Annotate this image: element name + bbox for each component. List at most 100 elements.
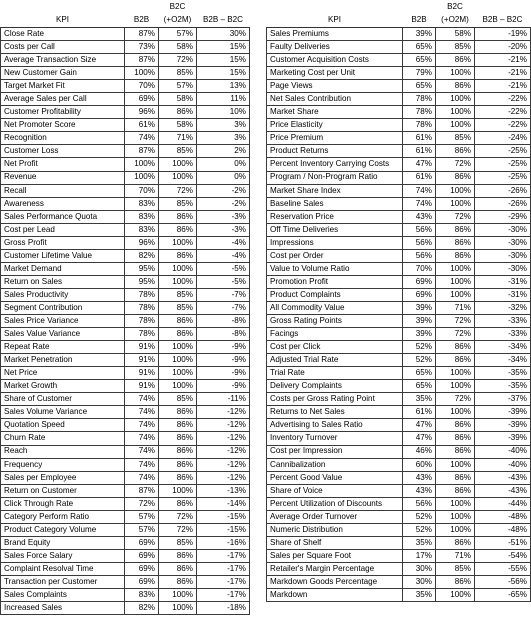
diff-value-cell: -3% [196, 222, 250, 237]
b2b-value-cell: 56% [402, 235, 436, 250]
b2c-value-cell: 86% [435, 222, 475, 237]
b2b-value-cell: 69% [402, 287, 436, 302]
table-row: Category Perform Ratio 57% 72% -15% [0, 509, 250, 524]
b2c-value-cell: 100% [435, 274, 475, 289]
diff-value-cell: -40% [474, 444, 531, 459]
kpi-name-cell: Segment Contribution [0, 300, 125, 316]
kpi-name-cell: Impressions [266, 235, 403, 250]
b2b-value-cell: 72% [124, 496, 159, 511]
b2b-value-cell: 52% [402, 340, 436, 355]
table-row: Gross Profit 96% 100% -4% [0, 235, 250, 250]
table-row: Facings 39% 72% -33% [266, 327, 531, 342]
diff-value-cell: -15% [196, 509, 250, 524]
b2c-value-cell: 72% [435, 157, 475, 172]
diff-value-cell: -4% [196, 235, 250, 250]
b2c-value-cell: 85% [158, 144, 197, 159]
diff-value-cell: -3% [196, 209, 250, 224]
b2b-value-cell: 78% [124, 327, 159, 342]
diff-value-cell: -65% [474, 588, 531, 603]
kpi-name-cell: Repeat Rate [0, 340, 125, 355]
b2b-value-cell: 47% [402, 157, 436, 172]
b2c-value-cell: 71% [435, 300, 475, 316]
diff-value-cell: -39% [474, 431, 531, 446]
b2c-value-cell: 85% [435, 131, 475, 146]
diff-value-cell: 2% [196, 144, 250, 159]
b2c-value-cell: 58% [158, 40, 197, 55]
b2b-value-cell: 91% [124, 379, 159, 394]
kpi-name-cell: Baseline Sales [266, 196, 403, 211]
left-table-container: KPI B2B B2C (+O2M) B2B – B2C Close Rate 8… [0, 0, 250, 616]
kpi-name-cell: Customer Acquisition Costs [266, 53, 403, 68]
kpi-name-cell: Facings [266, 327, 403, 342]
b2b-value-cell: 70% [124, 183, 159, 198]
b2c-value-cell: 72% [158, 522, 197, 537]
header-b2c-text: B2C [447, 2, 463, 11]
b2c-value-cell: 72% [158, 183, 197, 198]
b2c-value-cell: 100% [158, 366, 197, 381]
b2c-value-cell: 100% [158, 353, 197, 368]
b2b-value-cell: 95% [124, 261, 159, 276]
b2b-value-cell: 47% [402, 431, 436, 446]
column-header-b2b: B2B [125, 0, 159, 28]
table-row: Market Penetration 91% 100% -9% [0, 353, 250, 368]
kpi-name-cell: Sales Volume Variance [0, 405, 125, 420]
diff-value-cell: -9% [196, 379, 250, 394]
diff-value-cell: -17% [196, 588, 250, 603]
b2b-value-cell: 61% [124, 118, 159, 133]
kpi-name-cell: Percent Inventory Carrying Costs [266, 157, 403, 172]
table-row: Sales Complaints 83% 100% -17% [0, 588, 250, 603]
kpi-name-cell: Sales Premiums [266, 26, 403, 42]
b2c-value-cell: 100% [158, 483, 197, 498]
b2b-value-cell: 30% [402, 561, 436, 576]
diff-value-cell: -9% [196, 366, 250, 381]
diff-value-cell: 15% [196, 53, 250, 68]
b2c-value-cell: 86% [158, 431, 197, 446]
diff-value-cell: -17% [196, 548, 250, 563]
b2c-value-cell: 86% [158, 314, 197, 329]
kpi-table-right: KPI B2B B2C (+O2M) B2B – B2C Sales Premi… [266, 0, 531, 603]
b2b-value-cell: 65% [402, 366, 436, 381]
kpi-name-cell: Cost per Order [266, 248, 403, 263]
kpi-name-cell: Frequency [0, 457, 125, 472]
b2b-value-cell: 74% [402, 196, 436, 211]
table-row: Trial Rate 65% 100% -35% [266, 366, 531, 381]
diff-value-cell: -30% [474, 248, 531, 263]
kpi-name-cell: Program / Non-Program Ratio [266, 170, 403, 185]
b2b-value-cell: 52% [402, 353, 436, 368]
b2b-value-cell: 57% [124, 522, 159, 537]
diff-value-cell: -34% [474, 340, 531, 355]
kpi-name-cell: Net Profit [0, 157, 125, 172]
diff-value-cell: -33% [474, 327, 531, 342]
b2b-value-cell: 83% [124, 222, 159, 237]
diff-value-cell: 15% [196, 66, 250, 81]
kpi-name-cell: Gross Rating Points [266, 314, 403, 329]
kpi-name-cell: Sales Productivity [0, 287, 125, 302]
diff-value-cell: -14% [196, 496, 250, 511]
kpi-name-cell: Sales Complaints [0, 588, 125, 603]
diff-value-cell: -12% [196, 418, 250, 433]
table-row: Cost per Lead 83% 86% -3% [0, 222, 250, 237]
table-row: Marketing Cost per Unit 79% 100% -21% [266, 66, 531, 81]
b2c-value-cell: 100% [435, 287, 475, 302]
b2b-value-cell: 95% [124, 274, 159, 289]
b2b-value-cell: 69% [124, 561, 159, 576]
b2c-value-cell: 72% [435, 314, 475, 329]
kpi-name-cell: Delivery Complaints [266, 379, 403, 394]
table-row: Average Order Turnover 52% 100% -48% [266, 509, 531, 524]
diff-value-cell: -44% [474, 496, 531, 511]
b2b-value-cell: 79% [402, 66, 436, 81]
b2c-value-cell: 86% [435, 431, 475, 446]
b2c-value-cell: 86% [435, 444, 475, 459]
table-row: Return on Customer 87% 100% -13% [0, 483, 250, 498]
kpi-table-left: KPI B2B B2C (+O2M) B2B – B2C Close Rate 8… [0, 0, 250, 616]
b2c-value-cell: 72% [435, 392, 475, 407]
kpi-name-cell: Cost per Lead [0, 222, 125, 237]
table-row: Percent Good Value 43% 86% -43% [266, 470, 531, 485]
b2c-value-cell: 86% [158, 327, 197, 342]
b2c-value-cell: 57% [158, 26, 197, 42]
kpi-name-cell: Retailer's Margin Percentage [266, 561, 403, 576]
b2b-value-cell: 69% [124, 535, 159, 550]
b2c-value-cell: 100% [435, 522, 475, 537]
b2c-value-cell: 86% [158, 561, 197, 576]
b2b-value-cell: 83% [124, 196, 159, 211]
